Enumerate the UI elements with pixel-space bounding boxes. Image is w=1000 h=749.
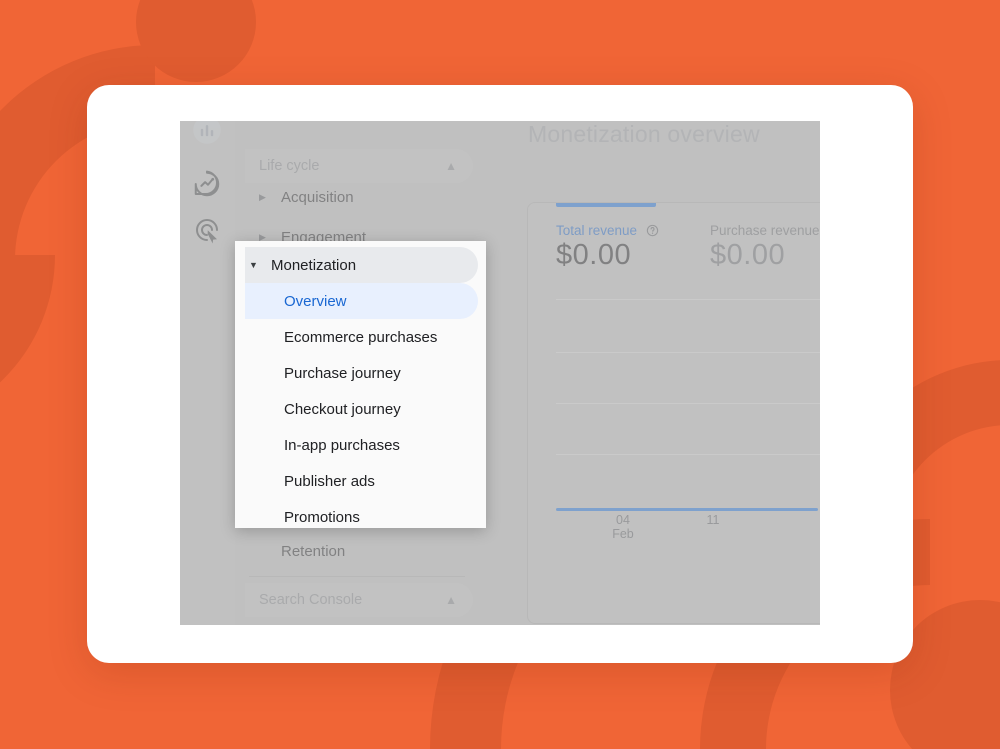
page-title: Monetization overview <box>528 121 760 147</box>
metric-label-wrap: Total revenue <box>556 223 659 238</box>
chevron-up-icon: ▲ <box>445 593 457 607</box>
sidebar-item-label: Retention <box>281 542 346 560</box>
revenue-chart-card: Total revenue $0.00 Purchase revenue $0.… <box>527 202 820 624</box>
gridline <box>556 403 820 404</box>
analytics-app-screenshot: Life cycle ▲ ▶ Acquisition ▶ Engagement … <box>180 121 820 625</box>
sidebar-section-search-console[interactable]: Search Console ▲ <box>245 583 473 617</box>
menu-item-label: Purchase journey <box>284 364 401 382</box>
menu-item-promotions[interactable]: Promotions <box>235 499 478 535</box>
menu-item-ecommerce-purchases[interactable]: Ecommerce purchases <box>235 319 478 355</box>
sidebar-section-life-cycle[interactable]: Life cycle ▲ <box>245 149 473 183</box>
x-tick-day: 11 <box>706 513 720 527</box>
x-tick-day: 04 <box>616 513 630 527</box>
menu-item-purchase-journey[interactable]: Purchase journey <box>235 355 478 391</box>
x-axis-tick: 11 <box>693 513 733 527</box>
menu-item-label: Monetization <box>271 256 357 274</box>
analytics-logo-icon[interactable] <box>192 121 222 145</box>
menu-item-monetization[interactable]: ▼ Monetization <box>235 247 478 283</box>
metric-value: $0.00 <box>556 239 632 271</box>
revenue-line-plot <box>556 299 820 509</box>
menu-item-label: Checkout journey <box>284 400 401 418</box>
metric-total-revenue[interactable]: Total revenue $0.00 <box>556 223 659 272</box>
sidebar-section-label: Search Console <box>259 592 363 608</box>
menu-item-label: Publisher ads <box>284 472 375 490</box>
reports-icon[interactable] <box>192 169 222 199</box>
menu-item-overview[interactable]: Overview <box>235 283 478 319</box>
help-icon[interactable] <box>646 224 659 237</box>
menu-item-label: Promotions <box>284 508 360 526</box>
revenue-series-line <box>556 508 818 511</box>
menu-item-checkout-journey[interactable]: Checkout journey <box>235 391 478 427</box>
metric-purchase-revenue[interactable]: Purchase revenue $0.00 <box>710 223 820 272</box>
x-axis-tick: 04 Feb <box>603 513 643 541</box>
sidebar-item-retention[interactable]: Retention <box>245 533 473 569</box>
menu-item-label: In-app purchases <box>284 436 400 454</box>
chevron-up-icon: ▲ <box>445 159 457 173</box>
selected-metric-indicator <box>556 203 656 207</box>
menu-item-label: Ecommerce purchases <box>284 328 438 346</box>
sidebar-item-acquisition[interactable]: ▶ Acquisition <box>245 179 473 215</box>
icon-rail <box>180 121 235 625</box>
sidebar-divider <box>249 576 465 577</box>
metric-label: Total revenue <box>556 223 638 238</box>
gridline <box>556 299 820 300</box>
explore-icon[interactable] <box>192 215 222 245</box>
x-tick-month: Feb <box>612 527 634 541</box>
gridline <box>556 454 820 455</box>
chevron-down-icon: ▼ <box>249 259 258 270</box>
menu-item-label: Overview <box>284 292 347 310</box>
monetization-submenu-popup: ▼ Monetization Overview Ecommerce purcha… <box>235 241 486 528</box>
screenshot-frame-card: Life cycle ▲ ▶ Acquisition ▶ Engagement … <box>87 85 913 663</box>
metric-value: $0.00 <box>710 239 786 271</box>
menu-item-selected-highlight <box>245 283 478 319</box>
chevron-right-icon: ▶ <box>259 191 266 202</box>
sidebar-section-label: Life cycle <box>259 158 320 174</box>
sidebar-item-label: Acquisition <box>281 188 354 206</box>
menu-item-in-app-purchases[interactable]: In-app purchases <box>235 427 478 463</box>
menu-item-publisher-ads[interactable]: Publisher ads <box>235 463 478 499</box>
metric-tabbar <box>528 203 820 207</box>
gridline <box>556 352 820 353</box>
metric-label: Purchase revenue <box>710 223 820 238</box>
